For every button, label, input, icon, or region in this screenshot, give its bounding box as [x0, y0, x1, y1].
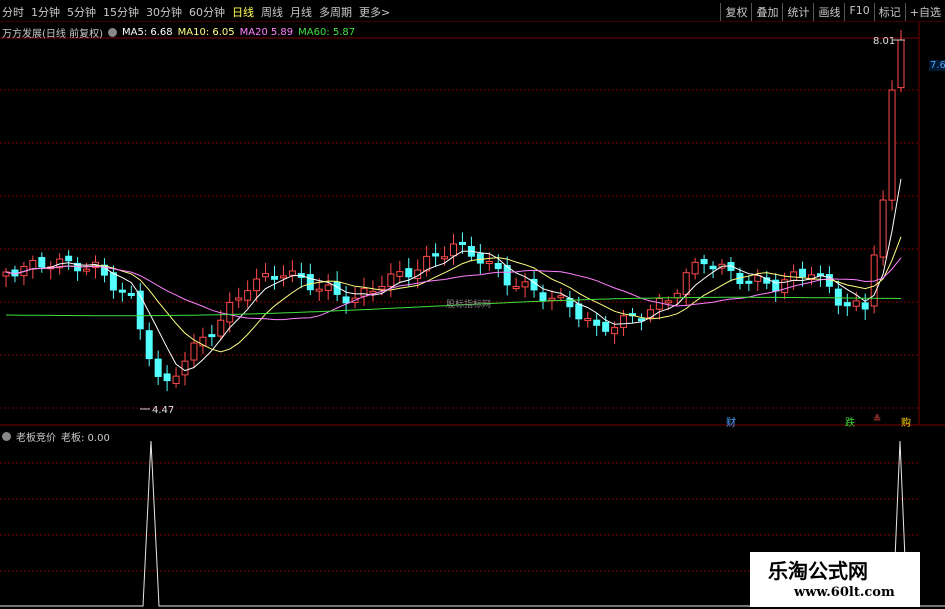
- low-price-label: 4.47: [152, 405, 175, 416]
- marker-signal[interactable]: ≗: [873, 414, 881, 425]
- candle-body-32: [288, 270, 296, 276]
- candle-body-40: [360, 288, 368, 297]
- candle-body-23: [208, 334, 216, 338]
- candle-body-25: [226, 301, 234, 323]
- candle-body-28: [253, 278, 261, 292]
- candle-body-35: [315, 288, 323, 292]
- candle-body-68: [611, 327, 619, 335]
- watermark-url: www.60lt.com: [794, 585, 895, 600]
- candle-body-30: [271, 276, 278, 280]
- sub-chart-title: 老板竞价: [16, 433, 56, 444]
- candle-body-3: [29, 259, 37, 270]
- candle-body-61: [548, 297, 556, 301]
- candle-body-98: [879, 199, 887, 258]
- candle-body-20: [181, 360, 189, 376]
- candle-body-44: [396, 271, 404, 277]
- candle-body-18: [163, 373, 171, 382]
- candle-body-24: [217, 319, 225, 337]
- candle-body-38: [342, 296, 350, 304]
- candle-body-73: [655, 298, 663, 310]
- settings-dot-icon[interactable]: [107, 28, 117, 37]
- candle-body-55: [494, 263, 502, 270]
- candle-body-7: [65, 255, 73, 262]
- candle-body-83: [745, 280, 753, 284]
- candle-body-65: [584, 318, 592, 322]
- candle-body-26: [235, 297, 243, 301]
- candle-body-60: [539, 292, 547, 302]
- candle-body-4: [38, 257, 46, 268]
- candle-body-62: [557, 295, 565, 299]
- current-price-tag: 7.69: [929, 60, 945, 71]
- candle-body-21: [190, 342, 198, 361]
- candle-body-74: [664, 300, 672, 304]
- candle-body-9: [83, 268, 91, 272]
- candle-body-64: [575, 303, 583, 320]
- high-price-label: 8.01: [873, 36, 896, 47]
- center-watermark: 股标指标网: [446, 300, 492, 310]
- candle-body-49: [441, 256, 449, 260]
- candle-body-93: [834, 288, 842, 306]
- sub-chart-legend: 老板竞价 老板: 0.00: [2, 429, 115, 444]
- ma20-value: 5.89: [270, 27, 294, 38]
- candle-body-79: [709, 265, 717, 270]
- candle-body-51: [458, 241, 466, 245]
- candle-body-48: [432, 253, 440, 257]
- candle-body-78: [700, 258, 708, 265]
- candle-body-89: [799, 268, 807, 278]
- candle-body-19: [172, 375, 180, 385]
- sub-chart-value: 老板: 0.00: [61, 433, 110, 444]
- candle-body-42: [378, 286, 386, 290]
- candle-body-53: [476, 253, 484, 264]
- ma10-label: MA10: 6.05: [177, 27, 235, 38]
- ma5-label: MA5: 6.68: [121, 27, 173, 38]
- candle-body-13: [118, 289, 126, 293]
- marker-finance[interactable]: 财: [726, 414, 736, 429]
- marker-buy[interactable]: 购: [901, 414, 911, 429]
- candle-body-99: [888, 89, 896, 201]
- candle-body-76: [682, 272, 690, 296]
- site-watermark: 乐淘公式网 www.60lt.com: [750, 552, 920, 607]
- ma20-label: MA20: [239, 27, 268, 38]
- candle-body-16: [145, 330, 153, 360]
- candle-body-45: [405, 268, 413, 278]
- marker-drop[interactable]: 跌: [845, 414, 855, 429]
- candle-body-14: [127, 292, 135, 296]
- candle-body-57: [512, 286, 520, 290]
- candle-body-66: [593, 319, 601, 326]
- candle-body-43: [387, 273, 395, 287]
- candle-body-96: [861, 302, 869, 310]
- candle-body-88: [790, 271, 798, 281]
- candle-body-29: [262, 273, 270, 278]
- stock-title: 万方发展(日线 前复权): [2, 29, 103, 40]
- ma60-label: MA60: 5.87: [298, 27, 356, 38]
- candle-body-34: [306, 274, 314, 291]
- candle-body-54: [485, 260, 493, 264]
- candle-body-36: [324, 284, 332, 291]
- candle-body-12: [109, 272, 117, 291]
- candle-body-94: [843, 302, 851, 307]
- candle-body-27: [244, 290, 252, 301]
- watermark-title: 乐淘公式网: [768, 559, 868, 583]
- sub-settings-dot-icon[interactable]: [2, 432, 11, 441]
- candle-body-31: [279, 275, 287, 279]
- candle-body-100: [897, 39, 905, 89]
- candle-body-58: [521, 281, 529, 288]
- candle-body-67: [602, 321, 610, 332]
- candle-body-50: [450, 243, 457, 257]
- candle-body-95: [852, 300, 860, 307]
- main-chart-legend: 万方发展(日线 前复权) MA5: 6.68 MA10: 6.05 MA20 5…: [2, 25, 360, 40]
- candle-body-77: [691, 261, 699, 275]
- candle-body-17: [154, 358, 162, 377]
- candle-body-69: [620, 315, 628, 328]
